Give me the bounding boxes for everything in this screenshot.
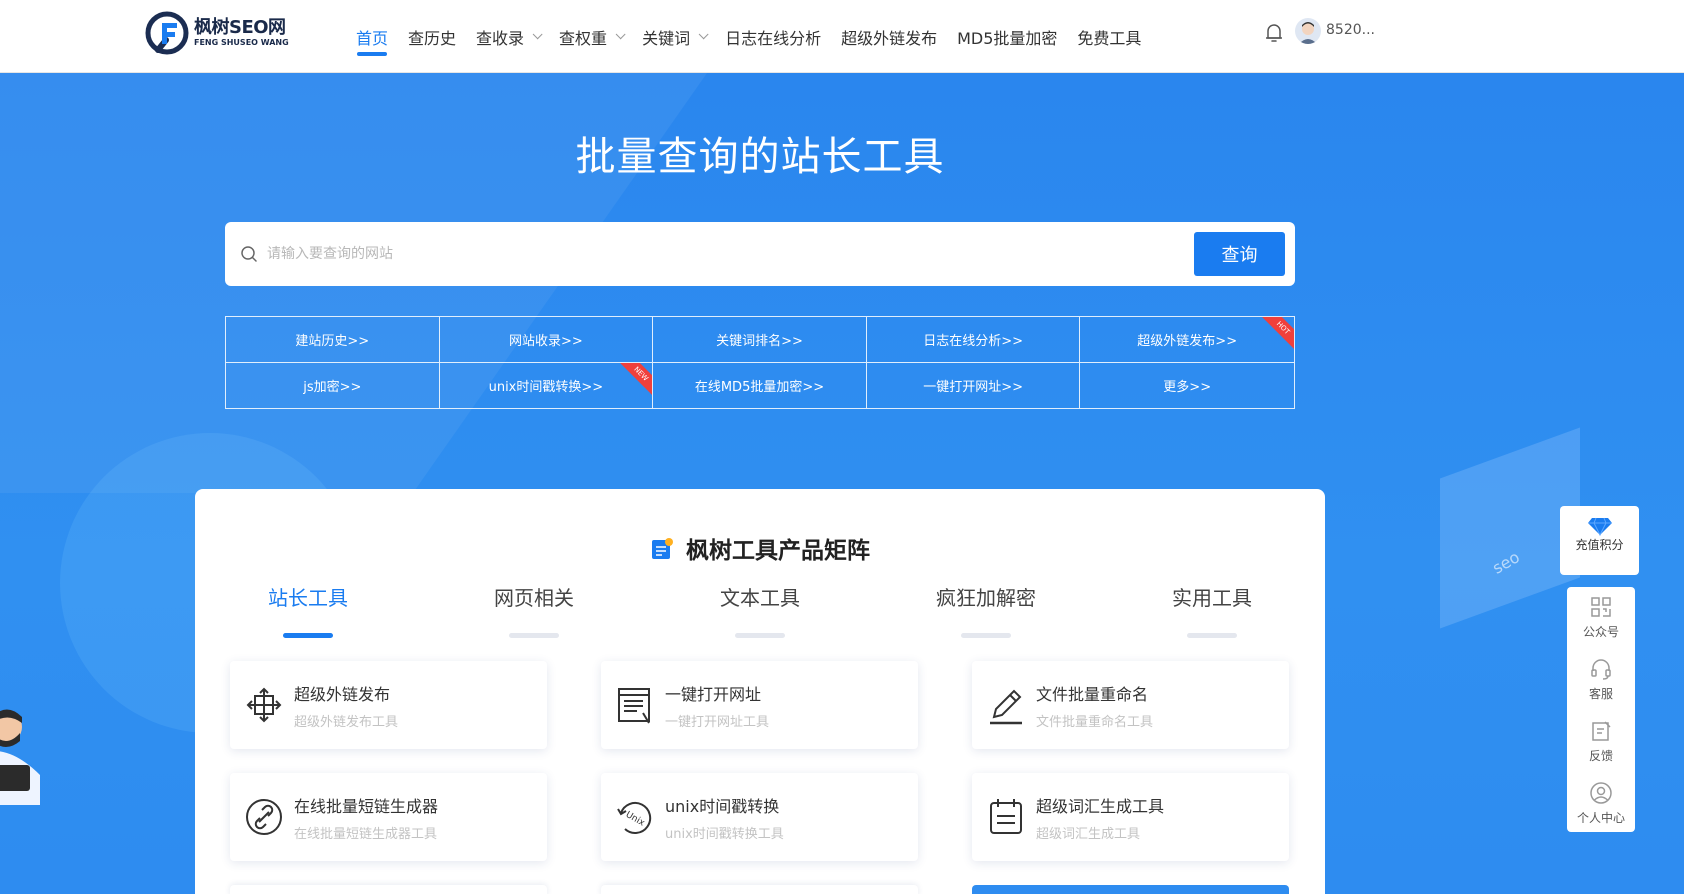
tab-utility[interactable]: 实用工具 [1099, 582, 1325, 642]
chain-link-icon [246, 799, 282, 835]
quick-link-backlink-publish[interactable]: 超级外链发布>> HOT [1080, 317, 1294, 363]
nav-md5[interactable]: MD5批量加密 [957, 0, 1057, 73]
tool-card-peek [601, 885, 918, 894]
nav-log-analysis[interactable]: 日志在线分析 [725, 0, 821, 73]
open-url-icon [618, 688, 650, 724]
tool-card-unix-time[interactable]: Unix unix时间戳转换 unix时间戳转换工具 [601, 773, 918, 861]
search-icon [241, 246, 257, 262]
main-nav: 首页 查历史 查收录 查权重 关键词 日志在线分析 超级外链发布 MD5批量加密… [356, 0, 1161, 73]
search-button[interactable]: 查询 [1194, 232, 1285, 276]
bell-icon[interactable] [1264, 22, 1284, 44]
tool-card-backlink-publish[interactable]: 超级外链发布 超级外链发布工具 [230, 661, 547, 749]
float-toolbar: 公众号 客服 反馈 个人中心 [1567, 587, 1635, 832]
quick-links-grid: 建站历史>> 网站收录>> 关键词排名>> 日志在线分析>> 超级外链发布>> H… [225, 316, 1295, 409]
tool-card-short-link[interactable]: 在线批量短链生成器 在线批量短链生成器工具 [230, 773, 547, 861]
chevron-down-icon [615, 29, 626, 40]
avatar[interactable] [1295, 18, 1321, 44]
headset-icon [1591, 659, 1611, 680]
recharge-points-button[interactable]: 充值积分 [1560, 506, 1639, 575]
tool-card-peek [972, 885, 1289, 894]
float-wechat-account[interactable]: 公众号 [1567, 587, 1635, 649]
logo-subtitle: FENG SHUSEO WANG [194, 38, 289, 47]
nav-history[interactable]: 查历史 [408, 0, 456, 73]
tab-webpage[interactable]: 网页相关 [421, 582, 647, 642]
diamond-icon [1587, 517, 1612, 536]
qrcode-icon [1591, 597, 1611, 617]
tab-encrypt[interactable]: 疯狂加解密 [873, 582, 1099, 642]
quick-link-log-analysis[interactable]: 日志在线分析>> [866, 317, 1081, 363]
svg-text:Unix: Unix [624, 810, 647, 829]
tab-text-tools[interactable]: 文本工具 [647, 582, 873, 642]
quick-link-indexing[interactable]: 网站收录>> [439, 317, 654, 363]
quick-link-js-encrypt[interactable]: js加密>> [226, 362, 440, 408]
quick-link-keyword-rank[interactable]: 关键词排名>> [653, 317, 867, 363]
float-user-center[interactable]: 个人中心 [1567, 773, 1635, 835]
panel-title: 枫树工具产品矩阵 [195, 531, 1325, 565]
link-publish-icon [246, 687, 282, 723]
quick-link-md5[interactable]: 在线MD5批量加密>> [653, 362, 867, 408]
nav-indexing[interactable]: 查收录 [476, 0, 543, 73]
tool-card-open-urls[interactable]: 一键打开网址 一键打开网址工具 [601, 661, 918, 749]
chevron-down-icon [532, 29, 543, 40]
nav-keywords[interactable]: 关键词 [642, 0, 709, 73]
tool-card-batch-rename[interactable]: 文件批量重命名 文件批量重命名工具 [972, 661, 1289, 749]
edit-note-icon [1592, 721, 1611, 741]
new-badge: NEW [617, 362, 653, 398]
quick-link-more[interactable]: 更多>> [1080, 363, 1294, 409]
float-customer-service[interactable]: 客服 [1567, 649, 1635, 711]
nav-home[interactable]: 首页 [356, 0, 388, 73]
search-bar: 查询 [225, 222, 1295, 286]
quick-link-site-history[interactable]: 建站历史>> [226, 317, 440, 363]
product-tabs: 站长工具 网页相关 文本工具 疯狂加解密 实用工具 [195, 582, 1325, 642]
username[interactable]: 8520... [1326, 22, 1375, 38]
chevron-down-icon [698, 29, 709, 40]
nav-backlink-publish[interactable]: 超级外链发布 [841, 0, 937, 73]
tool-card-word-gen[interactable]: 超级词汇生成工具 超级词汇生成工具 [972, 773, 1289, 861]
user-icon [1590, 782, 1612, 804]
tool-card-peek [230, 885, 547, 894]
calendar-list-icon [990, 799, 1022, 834]
logo-title: 枫树SEO网 [194, 17, 286, 38]
hot-badge: HOT [1258, 317, 1294, 353]
logo-icon [145, 11, 189, 55]
nav-weight[interactable]: 查权重 [559, 0, 626, 73]
top-navbar: 枫树SEO网 FENG SHUSEO WANG 首页 查历史 查收录 查权重 关… [0, 0, 1684, 73]
hero-title: 批量查询的站长工具 [575, 134, 945, 180]
toolbox-icon [652, 538, 673, 559]
tab-webmaster-tools[interactable]: 站长工具 [195, 582, 421, 642]
product-matrix-panel: 枫树工具产品矩阵 站长工具 网页相关 文本工具 疯狂加解密 实用工具 超级外链发… [195, 489, 1325, 894]
float-feedback[interactable]: 反馈 [1567, 711, 1635, 773]
nav-free-tools[interactable]: 免费工具 [1077, 0, 1141, 73]
mascot-illustration [0, 709, 40, 805]
search-input[interactable] [267, 236, 1167, 272]
quick-link-unix-time[interactable]: unix时间戳转换>> NEW [440, 362, 654, 408]
site-logo[interactable]: 枫树SEO网 FENG SHUSEO WANG [144, 9, 294, 57]
pen-icon [990, 689, 1022, 725]
unix-clock-icon: Unix [617, 801, 652, 834]
quick-link-open-urls[interactable]: 一键打开网址>> [867, 362, 1081, 408]
